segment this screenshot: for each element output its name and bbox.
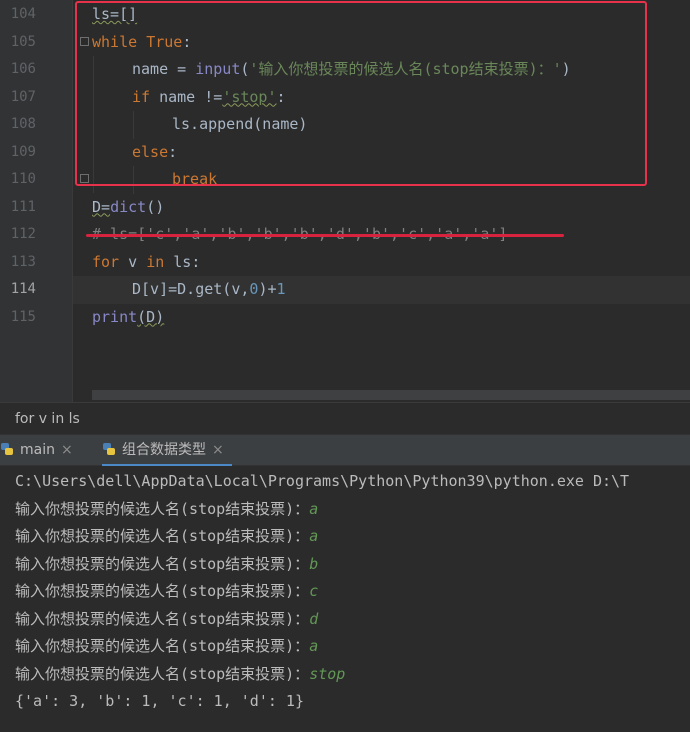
console-line: 输入你想投票的候选人名(stop结束投票)：a xyxy=(15,637,319,655)
highlight-annotation-box xyxy=(75,1,647,186)
close-icon[interactable]: × xyxy=(61,442,73,458)
code-editor[interactable]: 104 105 106 107 108 109 110 111 112 113 … xyxy=(0,0,690,402)
line-number: 112 xyxy=(10,226,36,242)
line-number: 115 xyxy=(10,308,36,325)
console-command: C:\Users\dell\AppData\Local\Programs\Pyt… xyxy=(15,472,630,490)
tab-label: 组合数据类型 xyxy=(122,442,206,458)
strikethrough-annotation xyxy=(86,234,564,237)
console-line: 输入你想投票的候选人名(stop结束投票)：a xyxy=(15,499,319,518)
python-icon xyxy=(103,443,115,455)
line-number-gutter: 104 105 106 107 108 109 110 111 112 113 … xyxy=(0,0,72,402)
run-console[interactable]: C:\Users\dell\AppData\Local\Programs\Pyt… xyxy=(0,466,690,732)
line-number: 104 xyxy=(10,6,36,22)
console-line: 输入你想投票的候选人名(stop结束投票)：c xyxy=(15,582,319,600)
code-line-111[interactable]: D=dict() xyxy=(92,194,164,222)
code-line-115[interactable]: print(D) xyxy=(92,304,164,332)
horizontal-scrollbar[interactable] xyxy=(92,390,690,400)
line-number: 105 xyxy=(10,33,36,50)
line-number: 109 xyxy=(10,143,36,160)
line-number: 108 xyxy=(10,116,36,132)
console-line: 输入你想投票的候选人名(stop结束投票)：a xyxy=(15,527,319,545)
tab-label: main xyxy=(20,442,55,458)
console-line: 输入你想投票的候选人名(stop结束投票)：d xyxy=(15,609,319,628)
run-tab-bar: main × 组合数据类型 × xyxy=(0,434,690,467)
line-number: 111 xyxy=(10,198,36,215)
line-number: 113 xyxy=(10,253,36,270)
gutter-separator xyxy=(72,0,73,402)
line-number-current: 114 xyxy=(10,281,36,297)
breadcrumb[interactable]: for v in ls xyxy=(0,402,690,434)
line-number: 107 xyxy=(10,88,36,105)
line-number: 110 xyxy=(10,171,36,187)
code-line-114[interactable]: D[v]=D.get(v,0)+1 xyxy=(132,276,286,304)
console-result: {'a': 3, 'b': 1, 'c': 1, 'd': 1} xyxy=(15,692,304,710)
code-line-113[interactable]: for v in ls: xyxy=(92,249,200,277)
console-line: 输入你想投票的候选人名(stop结束投票)：stop xyxy=(15,664,346,683)
python-icon xyxy=(1,443,13,455)
close-icon[interactable]: × xyxy=(212,442,224,458)
tab-组合数据类型[interactable]: 组合数据类型 × xyxy=(102,435,232,467)
line-number: 106 xyxy=(10,61,36,77)
tab-main[interactable]: main × xyxy=(0,435,73,467)
console-line: 输入你想投票的候选人名(stop结束投票)：b xyxy=(15,554,319,573)
